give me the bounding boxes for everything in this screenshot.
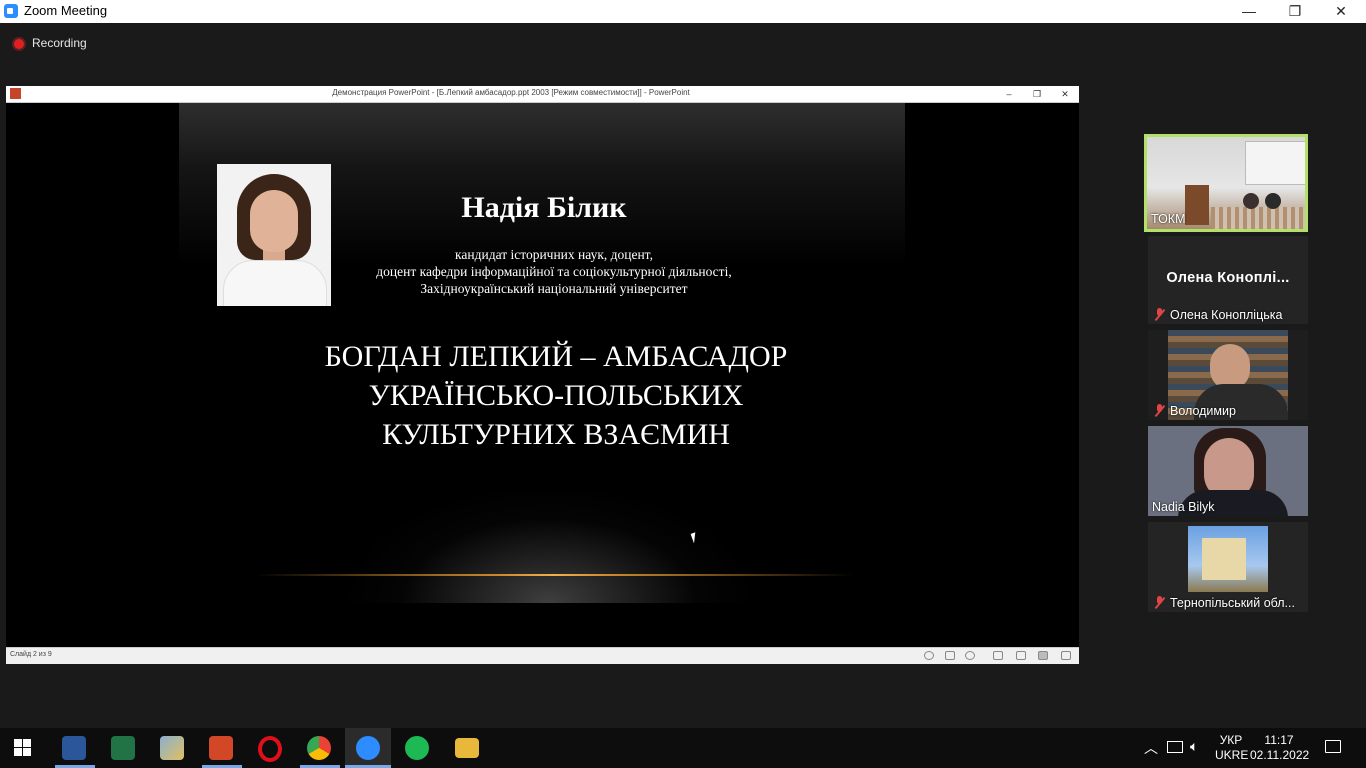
- next-slide-button[interactable]: [965, 651, 975, 660]
- ppt-close-button[interactable]: ✕: [1052, 86, 1078, 102]
- slide-title-line: КУЛЬТУРНИХ ВЗАЄМИН: [382, 418, 730, 451]
- participant-name: Тернопільський обл...: [1170, 596, 1295, 610]
- powerpoint-statusbar: Слайд 2 из 9: [6, 647, 1079, 664]
- excel-icon[interactable]: [111, 736, 135, 760]
- affiliation-line: доцент кафедри інформаційної та соціокул…: [376, 264, 732, 279]
- affiliation-line: кандидат історичних наук, доцент,: [455, 247, 653, 262]
- powerpoint-taskbar-icon[interactable]: [209, 736, 233, 760]
- keyboard-layout: UKRE: [1215, 748, 1249, 762]
- zoom-titlebar: Zoom Meeting — ❐ ✕: [0, 0, 1366, 23]
- recording-dot-icon: [14, 39, 24, 49]
- chevron-up-icon[interactable]: ︿: [1144, 738, 1158, 758]
- lectern: [1185, 185, 1209, 225]
- start-icon[interactable]: [14, 739, 32, 757]
- previous-slide-button[interactable]: [924, 651, 934, 660]
- participant-tile[interactable]: Олена Коноплі... Олена Коноплiцька: [1148, 236, 1308, 324]
- slide-glow: [339, 483, 759, 603]
- window-title: Zoom Meeting: [24, 3, 108, 18]
- powerpoint-titlebar: Демонстрация PowerPoint - [Б.Лепкий амба…: [6, 86, 1079, 103]
- restore-button[interactable]: ❐: [1272, 0, 1318, 23]
- slide-menu-button[interactable]: [945, 651, 955, 660]
- language-code: УКР: [1219, 733, 1243, 747]
- clock-time: 11:17: [1264, 733, 1294, 747]
- projection-screen: [1245, 141, 1305, 185]
- notifications-icon[interactable]: [1325, 740, 1341, 753]
- minimize-button[interactable]: —: [1226, 0, 1272, 23]
- participant-display-name: Олена Коноплі...: [1166, 270, 1290, 286]
- recording-label: Recording: [32, 36, 87, 50]
- language-indicator[interactable]: УКР UKRE: [1215, 733, 1249, 763]
- powerpoint-title: Демонстрация PowerPoint - [Б.Лепкий амба…: [332, 88, 690, 97]
- slide-gold-line: [254, 574, 854, 576]
- network-icon[interactable]: [1167, 741, 1183, 753]
- table-cloth: [1211, 207, 1305, 229]
- participant-figure: [1265, 193, 1281, 209]
- clock[interactable]: 11:17 02.11.2022: [1250, 733, 1310, 763]
- author-photo: [217, 164, 331, 306]
- participant-tile[interactable]: Nadia Bilyk: [1148, 426, 1308, 516]
- building-image: [1202, 538, 1246, 580]
- slideshow-button[interactable]: [1061, 651, 1071, 660]
- clock-date: 02.11.2022: [1250, 748, 1310, 762]
- muted-mic-icon: [1154, 596, 1166, 608]
- spotify-icon[interactable]: [405, 736, 429, 760]
- reading-view-button[interactable]: [1038, 651, 1048, 660]
- zoom-logo-icon: [4, 4, 18, 18]
- slide-counter: Слайд 2 из 9: [10, 651, 52, 658]
- zoom-taskbar-icon[interactable]: [356, 736, 380, 760]
- chrome-icon[interactable]: [307, 736, 331, 760]
- slide-sorter-button[interactable]: [1016, 651, 1026, 660]
- word-icon[interactable]: [62, 736, 86, 760]
- taskbar: ︿ 🔈︎ УКР UKRE 11:17 02.11.2022: [0, 728, 1366, 768]
- muted-mic-icon: [1154, 308, 1166, 320]
- slide-title-line: УКРАЇНСЬКО-ПОЛЬСЬКИХ: [368, 379, 744, 412]
- participant-name: ТОКМ: [1151, 212, 1186, 226]
- participant-name: Олена Коноплiцька: [1170, 308, 1283, 322]
- close-button[interactable]: ✕: [1318, 0, 1364, 23]
- ppt-restore-button[interactable]: ❐: [1024, 86, 1050, 102]
- volume-icon[interactable]: 🔈︎: [1190, 738, 1198, 755]
- author-name: Надія Білик: [461, 191, 627, 224]
- opera-icon[interactable]: [258, 736, 282, 762]
- slide-title: БОГДАН ЛЕПКИЙ – АМБАСАДОР УКРАЇНСЬКО-ПОЛ…: [239, 337, 873, 454]
- participant-figure: [1243, 193, 1259, 209]
- participant-name: Володимир: [1170, 404, 1236, 418]
- slide-title-line: БОГДАН ЛЕПКИЙ – АМБАСАДОР: [324, 340, 788, 373]
- author-affiliation: кандидат історичних наук, доцент, доцент…: [329, 246, 779, 297]
- paint-icon[interactable]: [160, 736, 184, 760]
- file-explorer-icon[interactable]: [455, 738, 479, 758]
- slide: Надія Білик кандидат історичних наук, до…: [179, 103, 905, 647]
- participant-tile[interactable]: Володимир: [1148, 330, 1308, 420]
- muted-mic-icon: [1154, 404, 1166, 416]
- participant-tile[interactable]: ТОКМ: [1144, 134, 1308, 232]
- ppt-minimize-button[interactable]: –: [996, 86, 1022, 102]
- participant-name: Nadia Bilyk: [1152, 500, 1215, 514]
- participant-tile[interactable]: Тернопільський обл...: [1148, 522, 1308, 612]
- affiliation-line: Західноукраїнський національний універси…: [420, 281, 688, 296]
- shared-screen: Демонстрация PowerPoint - [Б.Лепкий амба…: [6, 86, 1079, 664]
- normal-view-button[interactable]: [993, 651, 1003, 660]
